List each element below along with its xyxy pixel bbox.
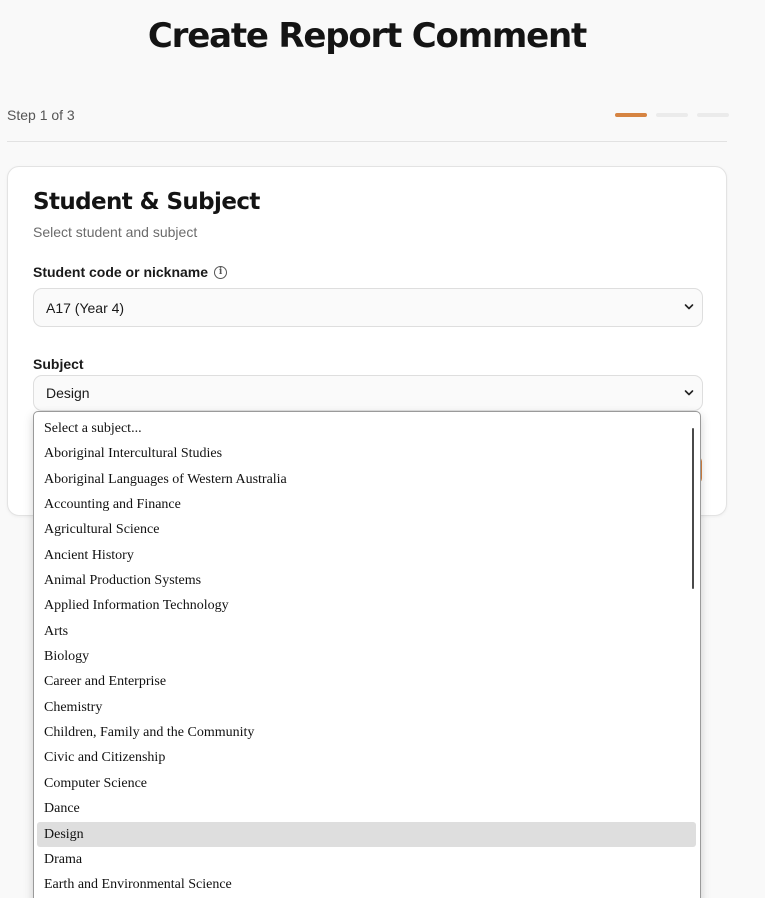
subject-option[interactable]: Civic and Citizenship	[37, 745, 696, 770]
info-icon[interactable]: i	[214, 265, 228, 279]
subject-option[interactable]: Dance	[37, 796, 696, 821]
subject-option[interactable]: Earth and Environmental Science	[37, 872, 696, 897]
step-bar-2	[656, 113, 688, 117]
subject-field-label: Subject	[33, 356, 84, 372]
subject-dropdown-list[interactable]: Select a subject... Aboriginal Intercultu…	[33, 411, 701, 898]
subject-option[interactable]: Agricultural Science	[37, 517, 696, 542]
subject-option[interactable]: Children, Family and the Community	[37, 720, 696, 745]
subject-option[interactable]: Arts	[37, 619, 696, 644]
subject-option[interactable]: Computer Science	[37, 771, 696, 796]
student-field-label: Student code or nickname i	[33, 264, 228, 280]
card-subtitle: Select student and subject	[33, 224, 198, 240]
subject-option[interactable]: Drama	[37, 847, 696, 872]
subject-option[interactable]: Accounting and Finance	[37, 492, 696, 517]
step-indicator-text: Step 1 of 3	[7, 107, 75, 123]
student-select[interactable]: A17 (Year 4)	[33, 288, 703, 327]
subject-option[interactable]: Applied Information Technology	[37, 593, 696, 618]
student-select-value: A17 (Year 4)	[46, 299, 125, 316]
chevron-down-icon	[684, 390, 694, 396]
page-title: Create Report Comment	[147, 16, 587, 56]
subject-option[interactable]: Design	[37, 821, 696, 847]
subject-option[interactable]: Chemistry	[37, 695, 696, 720]
card-title: Student & Subject	[33, 189, 260, 215]
subject-option[interactable]: Animal Production Systems	[37, 568, 696, 593]
subject-option[interactable]: Aboriginal Languages of Western Australi…	[37, 467, 696, 492]
subject-option[interactable]: Ancient History	[37, 543, 696, 568]
subject-option[interactable]: Select a subject...	[37, 416, 696, 441]
step-bar-3	[697, 113, 729, 117]
dropdown-scrollbar[interactable]	[692, 428, 694, 589]
student-label-text: Student code or nickname	[33, 264, 209, 280]
subject-select[interactable]: Design	[33, 375, 703, 411]
subject-option[interactable]: Career and Enterprise	[37, 669, 696, 694]
subject-option[interactable]: Aboriginal Intercultural Studies	[37, 441, 696, 466]
subject-label-text: Subject	[33, 356, 84, 372]
subject-select-value: Design	[46, 385, 90, 401]
step-bar-1	[615, 113, 647, 117]
subject-options: Select a subject... Aboriginal Intercultu…	[37, 416, 696, 898]
subject-option[interactable]: Biology	[37, 644, 696, 669]
chevron-down-icon	[684, 304, 694, 310]
header-divider	[7, 141, 727, 142]
step-progress	[615, 113, 729, 117]
